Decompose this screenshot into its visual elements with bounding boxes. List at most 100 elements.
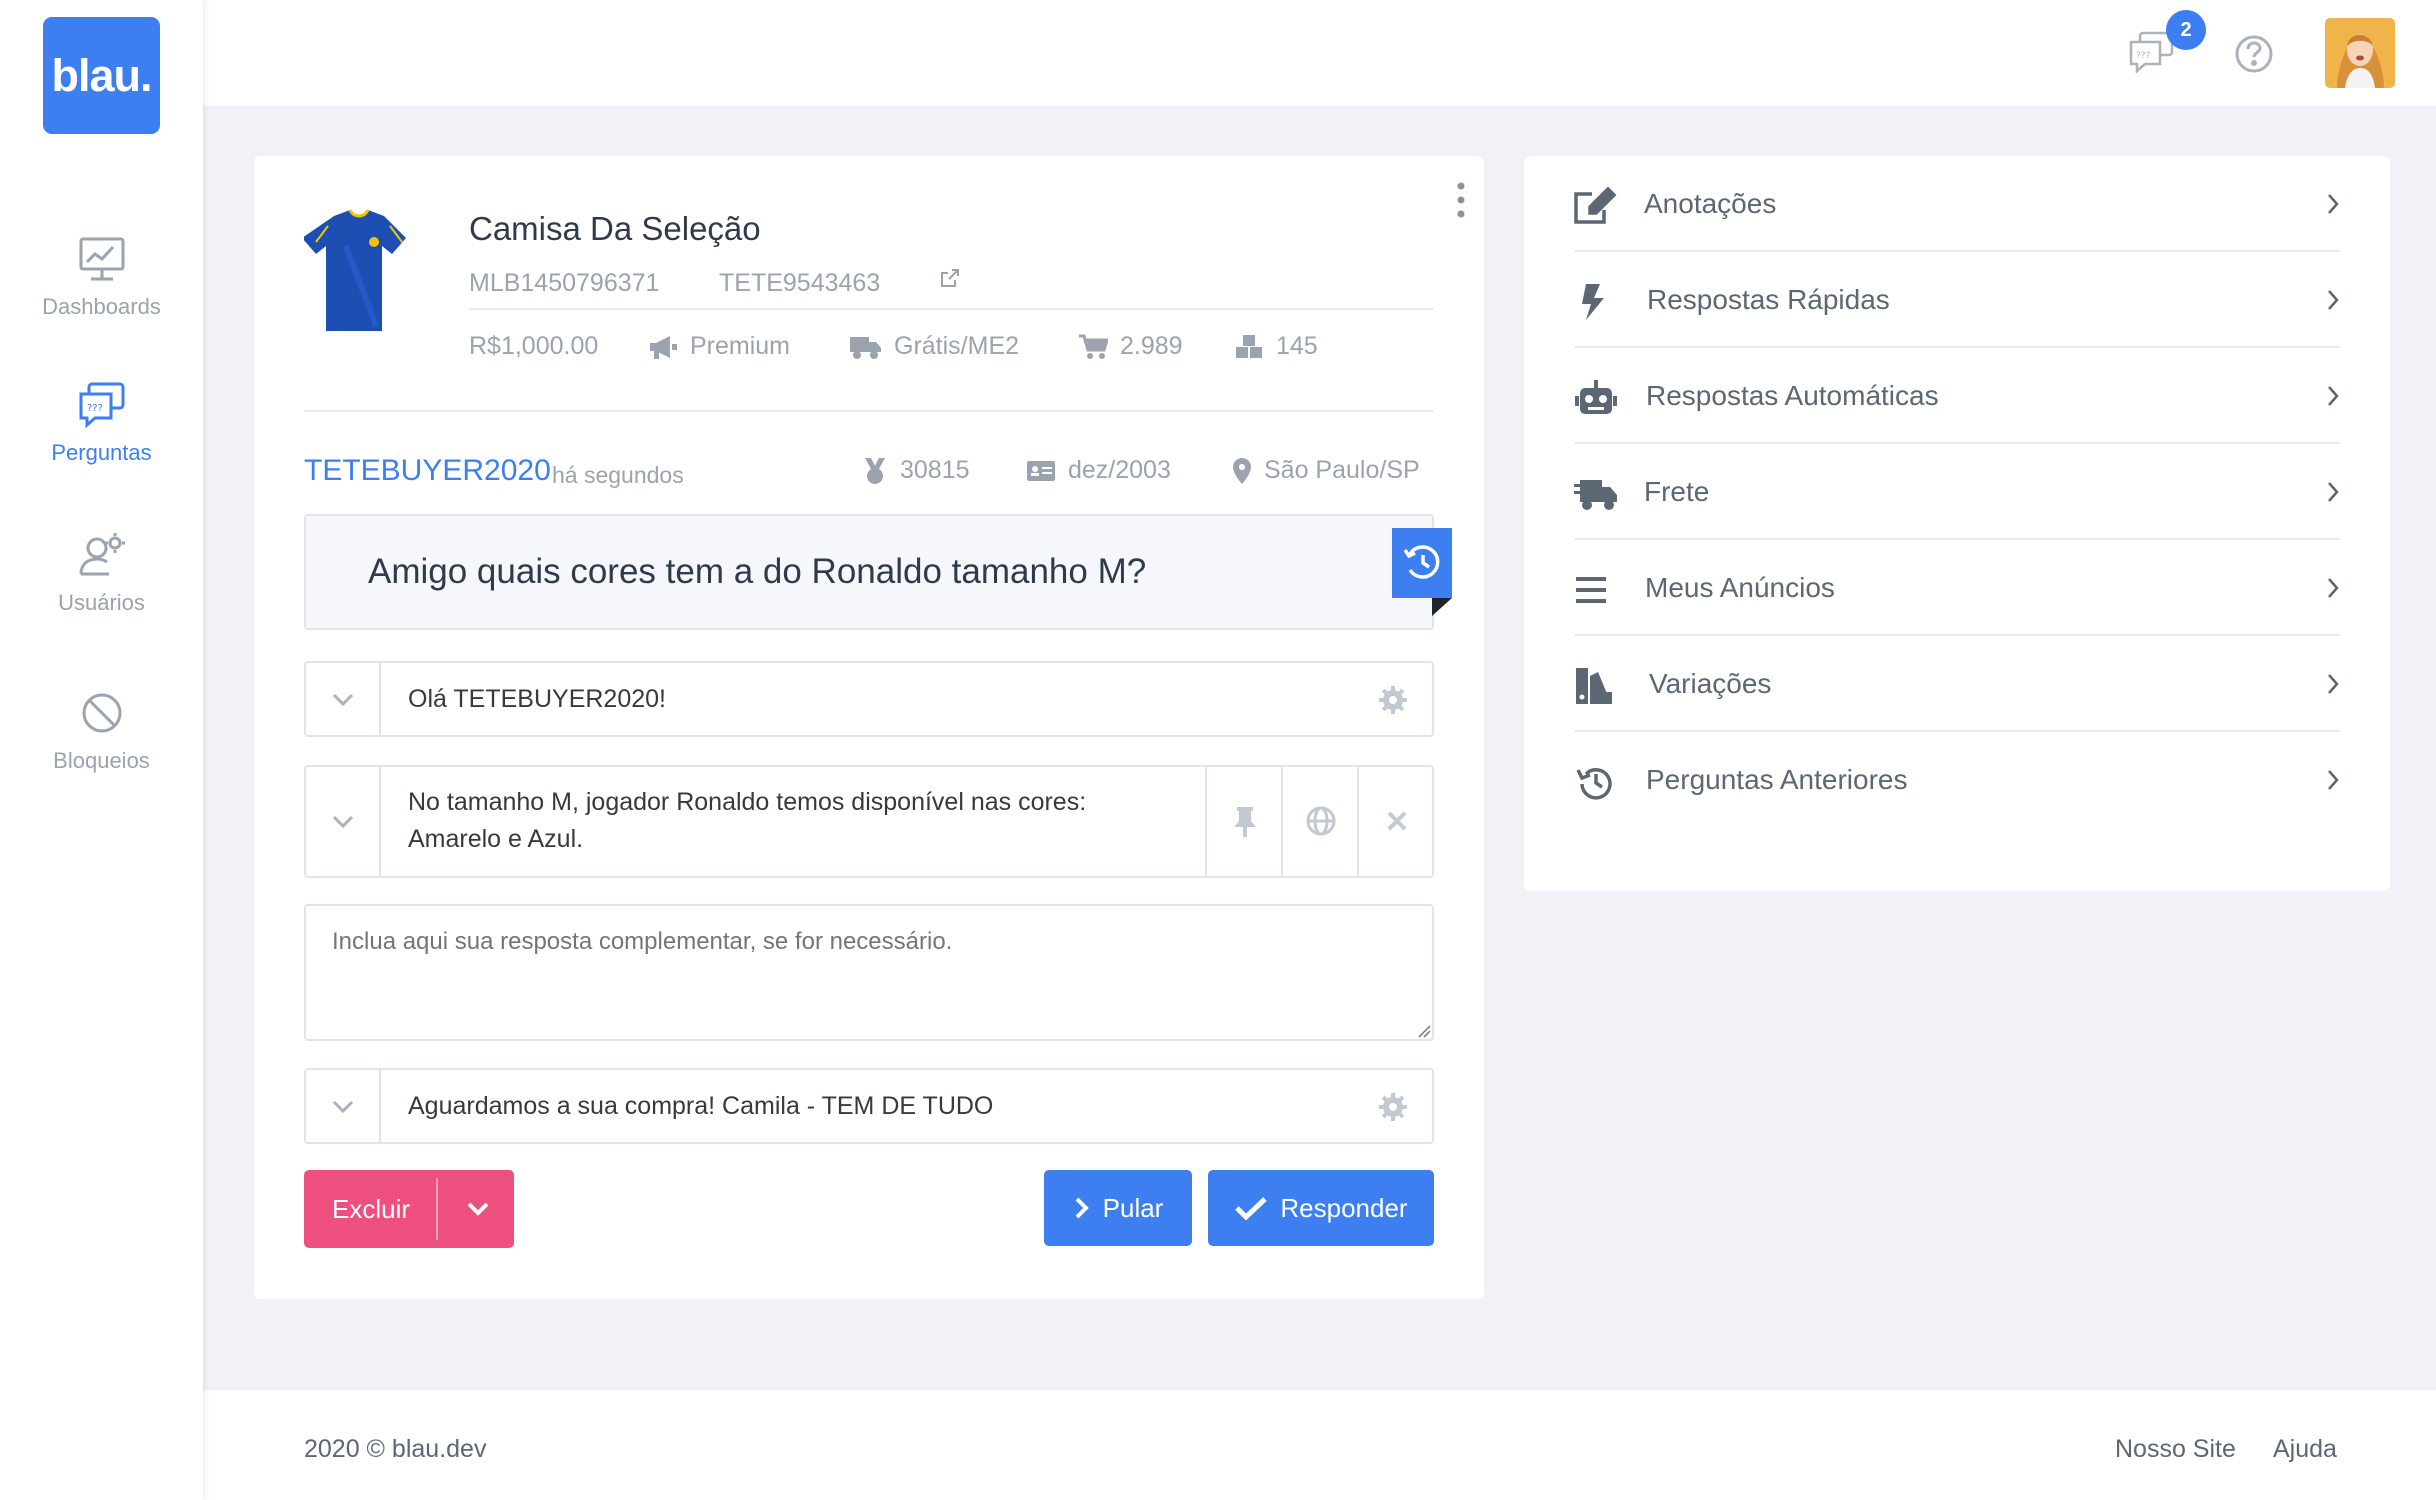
buyer-points: 30815	[862, 456, 970, 485]
check-icon	[1235, 1197, 1268, 1221]
history-corner	[1432, 598, 1452, 616]
reply-button-label: Responder	[1280, 1192, 1408, 1223]
answer-body-text[interactable]: No tamanho M, jogador Ronaldo temos disp…	[408, 784, 1086, 858]
footer-link-site[interactable]: Nosso Site	[2115, 1435, 2236, 1464]
delete-button-label: Excluir	[332, 1194, 411, 1224]
answer-body-toggle[interactable]	[306, 767, 381, 876]
notification-badge: 2	[2166, 10, 2206, 50]
megaphone-icon	[650, 335, 677, 359]
product-sold: 2.989	[1078, 332, 1183, 361]
edit-icon	[1574, 186, 1618, 226]
chevron-right-icon	[1075, 1197, 1089, 1219]
question-box: Amigo quais cores tem a do Ronaldo taman…	[304, 514, 1434, 630]
cart-icon	[1079, 334, 1108, 359]
question-history-button[interactable]	[1392, 528, 1452, 598]
help-button[interactable]	[2234, 34, 2274, 74]
sidebar-item-perguntas[interactable]: ??? Perguntas	[0, 380, 203, 466]
signature-toggle[interactable]	[306, 1070, 381, 1142]
chevron-down-icon	[332, 693, 354, 707]
divider	[304, 410, 1434, 412]
answer-body-row: No tamanho M, jogador Ronaldo temos disp…	[304, 765, 1434, 878]
reply-button[interactable]: Responder	[1208, 1170, 1434, 1246]
sidebar-item-dashboards[interactable]: Dashboards	[0, 234, 203, 320]
menu-item-respostas-rapidas[interactable]: Respostas Rápidas	[1574, 252, 2340, 348]
menu-item-label: Variações	[1649, 668, 1772, 699]
svg-text:???: ???	[2136, 51, 2151, 61]
buyer-nickname[interactable]: TETEBUYER2020	[304, 454, 551, 488]
buyer-location: São Paulo/SP	[1232, 456, 1420, 485]
gear-icon[interactable]	[1378, 1092, 1408, 1122]
sidebar-item-label: Bloqueios	[53, 748, 150, 773]
question-time: há segundos	[552, 462, 684, 488]
skip-button[interactable]: Pular	[1044, 1170, 1192, 1246]
complement-textarea[interactable]	[304, 904, 1434, 1041]
more-options-icon[interactable]	[1457, 182, 1465, 218]
remove-button[interactable]	[1357, 767, 1433, 876]
id-card-icon	[1027, 460, 1055, 481]
signature-row: Aguardamos a sua compra! Camila - TEM DE…	[304, 1068, 1434, 1144]
question-text: Amigo quais cores tem a do Ronaldo taman…	[368, 552, 1147, 591]
pin-button[interactable]	[1205, 767, 1281, 876]
swatch-icon	[1574, 666, 1618, 706]
product-sku: TETE9543463	[719, 269, 881, 297]
tools-panel: Anotações Respostas Rápidas Respostas Au…	[1524, 156, 2390, 891]
globe-button[interactable]	[1281, 767, 1357, 876]
chat-questions-icon: ???	[77, 380, 127, 430]
footer: 2020 © blau.dev Nosso Site Ajuda	[203, 1390, 2436, 1500]
svg-text:???: ???	[87, 403, 103, 414]
pin-icon	[1234, 807, 1256, 837]
chevron-right-icon	[2326, 672, 2340, 696]
menu-item-frete[interactable]: Frete	[1574, 444, 2340, 540]
truck-icon	[1574, 474, 1618, 514]
delete-button[interactable]: Excluir	[304, 1170, 514, 1248]
question-card: Camisa Da Seleção MLB1450796371 TETE9543…	[254, 156, 1484, 1299]
gear-icon[interactable]	[1378, 685, 1408, 715]
sidebar-item-usuarios[interactable]: Usuários	[0, 530, 203, 616]
menu-item-perguntas-anteriores[interactable]: Perguntas Anteriores	[1574, 732, 2340, 828]
chevron-right-icon	[2326, 192, 2340, 216]
chevron-down-icon[interactable]	[464, 1196, 504, 1222]
menu-item-variacoes[interactable]: Variações	[1574, 636, 2340, 732]
menu-item-respostas-automaticas[interactable]: Respostas Automáticas	[1574, 348, 2340, 444]
buyer-since: dez/2003	[1026, 456, 1171, 485]
skip-button-label: Pular	[1102, 1192, 1164, 1223]
chevron-down-icon	[332, 1100, 354, 1114]
chevron-right-icon	[2326, 480, 2340, 504]
greeting-row: Olá TETEBUYER2020!	[304, 661, 1434, 737]
sidebar: blau. Dashboards ??? Perguntas Usuários …	[0, 0, 203, 1500]
top-bar	[203, 0, 2436, 106]
truck-icon	[850, 336, 881, 359]
close-icon	[1387, 811, 1407, 831]
globe-icon	[1306, 806, 1336, 836]
sidebar-item-bloqueios[interactable]: Bloqueios	[0, 688, 203, 774]
menu-item-label: Respostas Rápidas	[1647, 284, 1890, 315]
menu-item-anotacoes[interactable]: Anotações	[1574, 156, 2340, 252]
help-circle-icon	[2235, 35, 2273, 73]
product-stock: 145	[1234, 332, 1318, 361]
product-shipping: Grátis/ME2	[848, 332, 1019, 361]
sidebar-item-label: Dashboards	[42, 294, 161, 319]
sidebar-item-label: Perguntas	[51, 440, 152, 465]
resize-handle-icon[interactable]	[1417, 1024, 1431, 1038]
divider	[469, 308, 1434, 310]
history-icon	[1574, 762, 1618, 802]
chevron-right-icon	[2326, 288, 2340, 312]
history-icon	[1403, 545, 1440, 579]
greeting-toggle[interactable]	[306, 663, 381, 735]
chevron-right-icon	[2326, 384, 2340, 408]
robot-icon	[1574, 378, 1618, 418]
menu-item-label: Perguntas Anteriores	[1646, 764, 1908, 795]
external-link-icon[interactable]	[938, 266, 974, 290]
footer-link-help[interactable]: Ajuda	[2273, 1435, 2337, 1464]
menu-item-meus-anuncios[interactable]: Meus Anúncios	[1574, 540, 2340, 636]
chart-monitor-icon	[77, 234, 127, 284]
user-gear-icon	[77, 530, 127, 580]
app-logo[interactable]: blau.	[43, 17, 160, 134]
product-listing-type: Premium	[648, 332, 790, 361]
avatar[interactable]	[2325, 18, 2395, 88]
sidebar-item-label: Usuários	[58, 590, 145, 615]
menu-item-label: Meus Anúncios	[1645, 572, 1835, 603]
signature-text: Aguardamos a sua compra! Camila - TEM DE…	[408, 1092, 994, 1120]
greeting-text: Olá TETEBUYER2020!	[408, 685, 666, 713]
chevron-right-icon	[2326, 576, 2340, 600]
